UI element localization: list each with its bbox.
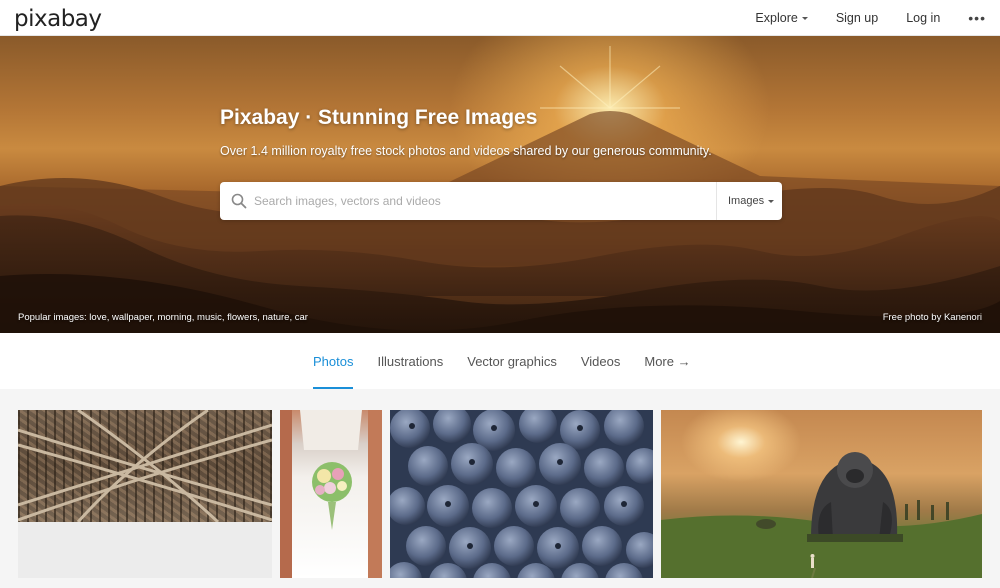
hero-subtitle: Over 1.4 million royalty free stock phot… bbox=[220, 144, 712, 158]
signup-link[interactable]: Sign up bbox=[836, 11, 878, 25]
explore-menu[interactable]: Explore bbox=[755, 11, 808, 25]
media-type-tabs: Photos Illustrations Vector graphics Vid… bbox=[0, 333, 1000, 389]
tab-illustrations[interactable]: Illustrations bbox=[377, 333, 443, 389]
popular-label: Popular images: bbox=[18, 312, 87, 323]
popular-tag-nature[interactable]: nature bbox=[263, 312, 290, 323]
popular-tag-music[interactable]: music bbox=[197, 312, 222, 323]
more-menu-icon[interactable]: ••• bbox=[968, 11, 986, 25]
image-blueberries[interactable] bbox=[390, 410, 653, 578]
image-placeholder bbox=[18, 522, 272, 578]
bride-bouquet-image bbox=[280, 410, 382, 578]
search-bar: Images bbox=[220, 182, 782, 220]
blueberries-image bbox=[390, 410, 653, 578]
photo-credit[interactable]: Free photo by Kanenori bbox=[883, 312, 982, 323]
tab-more[interactable]: More → bbox=[644, 333, 690, 389]
image-grid bbox=[0, 389, 1000, 588]
hero-banner: Pixabay · Stunning Free Images Over 1.4 … bbox=[0, 36, 1000, 333]
tab-photos[interactable]: Photos bbox=[313, 333, 354, 389]
search-type-label: Images bbox=[728, 195, 765, 207]
popular-tag-wallpaper[interactable]: wallpaper bbox=[112, 312, 152, 323]
popular-images: Popular images: love, wallpaper, morning… bbox=[18, 312, 308, 323]
search-icon[interactable] bbox=[231, 193, 247, 209]
top-bar: pixabay Explore Sign up Log in ••• bbox=[0, 0, 1000, 36]
railway-tracks-image bbox=[18, 410, 272, 522]
top-nav: Explore Sign up Log in ••• bbox=[755, 0, 1000, 36]
chevron-down-icon bbox=[801, 17, 808, 20]
image-gorilla-landscape[interactable] bbox=[661, 410, 982, 578]
search-divider bbox=[716, 182, 717, 220]
gorilla-landscape-image bbox=[661, 452, 982, 578]
explore-label: Explore bbox=[755, 11, 798, 25]
popular-tag-morning[interactable]: morning bbox=[157, 312, 191, 323]
pixabay-logo[interactable]: pixabay bbox=[14, 6, 102, 32]
search-type-dropdown[interactable]: Images bbox=[728, 182, 775, 220]
image-railway-tracks[interactable] bbox=[18, 410, 272, 522]
chevron-down-icon bbox=[768, 200, 775, 203]
hero-title: Pixabay · Stunning Free Images bbox=[220, 106, 538, 129]
tab-videos[interactable]: Videos bbox=[581, 333, 621, 389]
popular-tag-car[interactable]: car bbox=[295, 312, 308, 323]
popular-tag-love[interactable]: love bbox=[89, 312, 106, 323]
image-bride-bouquet[interactable] bbox=[280, 410, 382, 578]
popular-tag-flowers[interactable]: flowers bbox=[227, 312, 257, 323]
login-link[interactable]: Log in bbox=[906, 11, 940, 25]
tab-vector-graphics[interactable]: Vector graphics bbox=[467, 333, 557, 389]
search-input[interactable] bbox=[254, 182, 714, 220]
